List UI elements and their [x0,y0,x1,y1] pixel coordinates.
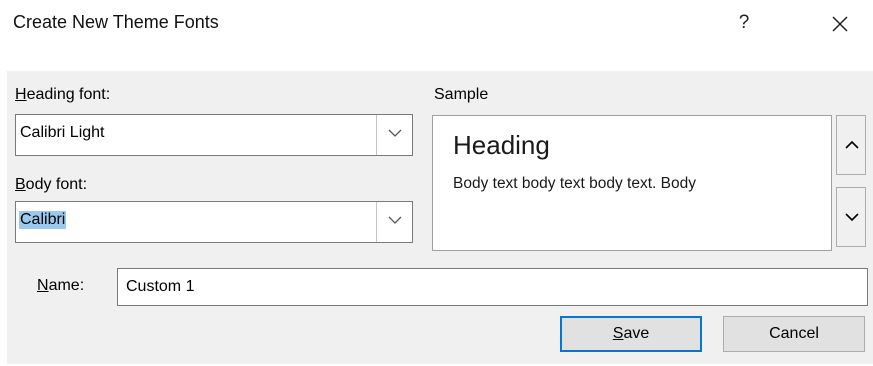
heading-font-combobox[interactable]: Calibri Light [15,114,413,156]
body-font-label: Body font: [15,176,88,193]
body-font-combobox[interactable]: Calibri [15,201,413,243]
body-font-value: Calibri [19,211,67,229]
sample-scroll-down-button[interactable] [836,187,866,247]
heading-font-label: Heading font: [15,86,111,103]
help-button[interactable]: ? [732,9,756,37]
sample-scroll-up-button[interactable] [836,115,866,175]
chevron-down-icon [388,216,402,224]
sample-preview: Heading Body text body text body text. B… [432,115,832,251]
sample-body-text: Body text body text body text. Body [453,175,696,192]
sample-heading-text: Heading [453,130,550,160]
name-input[interactable]: Custom 1 [117,268,868,306]
chevron-up-icon [845,140,859,149]
heading-font-dropdown-button[interactable] [376,115,412,155]
dialog-title: Create New Theme Fonts [13,12,219,32]
save-button[interactable]: Save [560,316,702,352]
name-input-value: Custom 1 [126,278,195,295]
chevron-down-icon [845,213,859,222]
question-mark-icon: ? [738,12,750,33]
sample-label: Sample [434,86,489,103]
title-bar: Create New Theme Fonts ? [0,0,873,52]
name-label: Name: [37,277,85,294]
body-font-dropdown-button[interactable] [376,202,412,242]
chevron-down-icon [388,129,402,137]
close-button[interactable] [822,7,858,41]
cancel-button[interactable]: Cancel [723,316,865,352]
close-icon [832,16,848,32]
heading-font-value: Calibri Light [20,124,105,141]
